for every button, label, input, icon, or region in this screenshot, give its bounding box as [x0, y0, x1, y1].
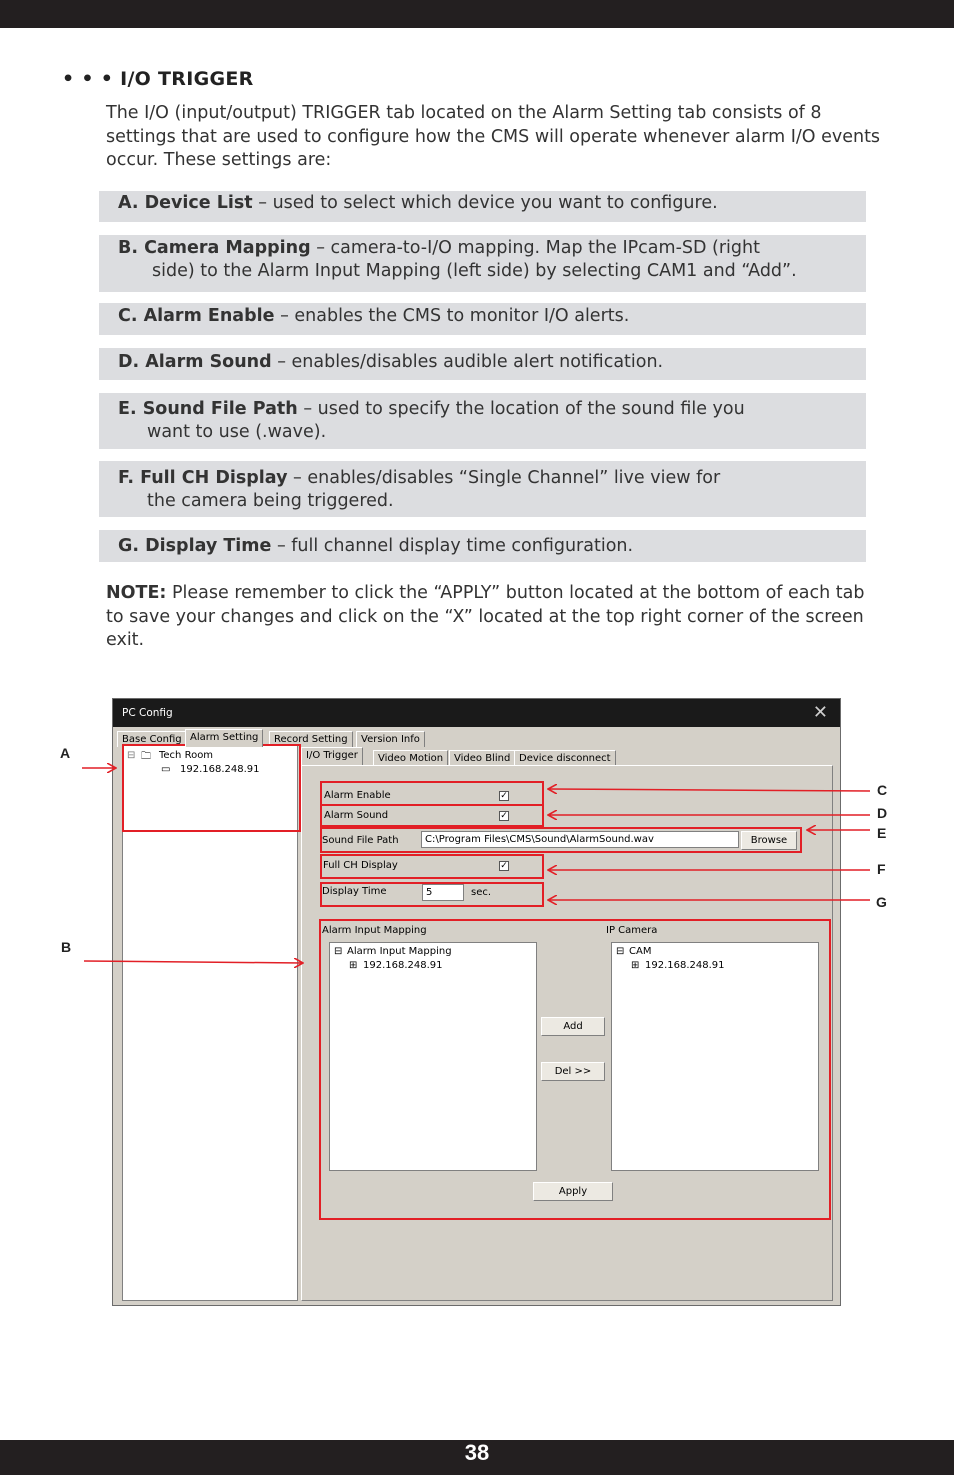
page-number: 38 — [464, 1440, 490, 1465]
arrow-c — [549, 789, 871, 791]
tab-alarm-setting[interactable]: Alarm Setting — [185, 729, 264, 747]
callout-label-c: C — [877, 782, 888, 798]
callout-label-a: A — [60, 745, 71, 761]
arrow-b — [83, 961, 302, 963]
tab-io-trigger[interactable]: I/O Trigger — [301, 747, 363, 765]
callout-label-e: E — [877, 825, 887, 841]
callout-label-d: D — [877, 805, 888, 821]
annotation-arrows — [82, 0, 871, 1475]
callout-label-b: B — [61, 939, 72, 955]
callout-label-g: G — [876, 894, 887, 910]
callout-label-f: F — [877, 861, 886, 877]
